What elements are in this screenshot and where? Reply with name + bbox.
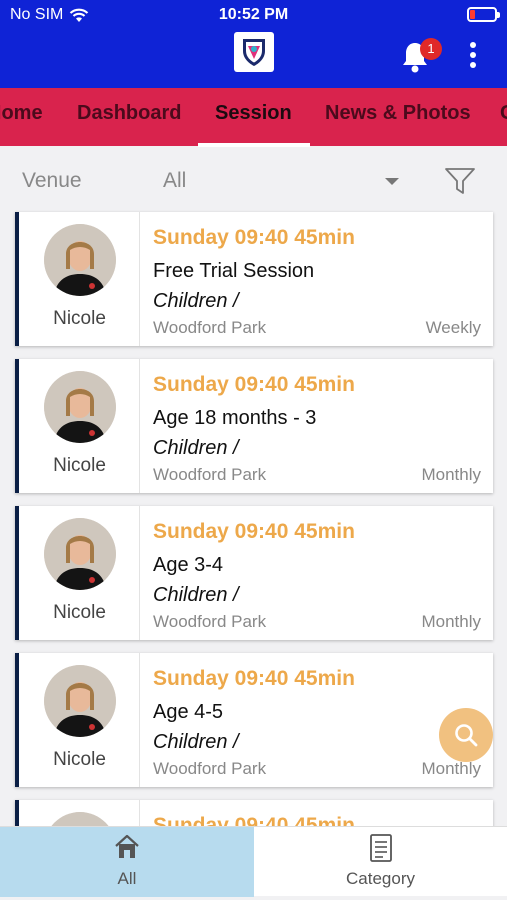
active-tab-indicator xyxy=(198,143,310,147)
avatar xyxy=(44,224,116,296)
nav-category-label: Category xyxy=(346,869,415,888)
venue-filter-label: Venue xyxy=(22,169,82,192)
battery-icon xyxy=(467,7,500,22)
avatar xyxy=(44,812,116,826)
notification-badge: 1 xyxy=(420,38,442,60)
session-time: Sunday 09:40 45min xyxy=(153,226,355,249)
venue-select[interactable]: All xyxy=(163,169,186,193)
session-category: Children / xyxy=(153,437,239,459)
nav-all[interactable]: All xyxy=(0,827,254,897)
session-card[interactable]: Nicole Sunday 09:40 45min Free Trial Ses… xyxy=(15,212,493,346)
club-logo[interactable] xyxy=(234,32,274,72)
tab-bar: Home Dashboard Session News & Photos G xyxy=(0,88,507,146)
tab-session[interactable]: Session xyxy=(215,88,292,146)
session-venue: Woodford Park xyxy=(153,612,267,631)
session-frequency: Monthly xyxy=(421,612,481,631)
nav-all-label: All xyxy=(117,869,137,888)
coach-name: Nicole xyxy=(53,455,106,476)
venue-filter-row: Venue All xyxy=(0,148,507,210)
more-vertical-icon[interactable] xyxy=(468,42,478,72)
session-info: Sunday 09:40 45min Age 3-4 Children / Wo… xyxy=(153,520,481,640)
session-venue: Woodford Park xyxy=(153,465,267,484)
avatar xyxy=(44,518,116,590)
session-info: Sunday 09:40 45min Age 18 months - 3 Chi… xyxy=(153,373,481,493)
session-name: Age 3-4 xyxy=(153,554,224,576)
clock: 10:52 PM xyxy=(218,6,289,23)
session-frequency: Weekly xyxy=(425,318,481,337)
session-frequency: Monthly xyxy=(421,759,481,778)
filter-icon[interactable] xyxy=(444,166,476,196)
session-list: Nicole Sunday 09:40 45min Free Trial Ses… xyxy=(0,210,507,826)
coach-name: Nicole xyxy=(53,308,106,329)
list-icon xyxy=(369,834,392,862)
tab-home[interactable]: Home xyxy=(0,88,43,146)
session-venue: Woodford Park xyxy=(153,318,267,337)
coach-column xyxy=(19,800,140,826)
chevron-down-icon[interactable] xyxy=(385,178,399,185)
session-card[interactable]: Nicole Sunday 09:40 45min Age 4-5 Childr… xyxy=(15,653,493,787)
session-info: Sunday 09:40 45min xyxy=(153,814,481,826)
session-name: Free Trial Session xyxy=(153,260,315,282)
session-card[interactable]: Nicole Sunday 09:40 45min Age 18 months … xyxy=(15,359,493,493)
session-venue: Woodford Park xyxy=(153,759,267,778)
avatar xyxy=(44,371,116,443)
tab-next[interactable]: G xyxy=(500,88,507,146)
session-category: Children / xyxy=(153,290,239,312)
coach-name: Nicole xyxy=(53,749,106,770)
coach-column: Nicole xyxy=(19,506,140,640)
session-time: Sunday 09:40 45min xyxy=(153,667,355,690)
coach-column: Nicole xyxy=(19,359,140,493)
status-bar: No SIM 10:52 PM xyxy=(0,0,507,30)
session-category: Children / xyxy=(153,584,239,606)
coach-name: Nicole xyxy=(53,602,106,623)
session-card[interactable]: Sunday 09:40 45min xyxy=(15,800,493,826)
session-time: Sunday 09:40 45min xyxy=(153,520,355,543)
app-header: No SIM 10:52 PM 1 xyxy=(0,0,507,88)
session-time: Sunday 09:40 45min xyxy=(153,814,355,826)
session-info: Sunday 09:40 45min Age 4-5 Children / Wo… xyxy=(153,667,481,787)
avatar xyxy=(44,665,116,737)
session-category: Children / xyxy=(153,731,239,753)
nav-category[interactable]: Category xyxy=(254,827,507,897)
search-icon xyxy=(455,724,478,747)
session-card[interactable]: Nicole Sunday 09:40 45min Age 3-4 Childr… xyxy=(15,506,493,640)
search-fab[interactable] xyxy=(439,708,493,762)
session-time: Sunday 09:40 45min xyxy=(153,373,355,396)
session-name: Age 18 months - 3 xyxy=(153,407,317,429)
tab-news-photos[interactable]: News & Photos xyxy=(325,88,471,146)
coach-column: Nicole xyxy=(19,653,140,787)
session-name: Age 4-5 xyxy=(153,701,224,723)
home-icon xyxy=(115,834,139,858)
shield-icon xyxy=(243,39,265,66)
tab-dashboard[interactable]: Dashboard xyxy=(77,88,181,146)
coach-column: Nicole xyxy=(19,212,140,346)
bottom-nav: All Category xyxy=(0,826,507,897)
session-info: Sunday 09:40 45min Free Trial Session Ch… xyxy=(153,226,481,346)
session-frequency: Monthly xyxy=(421,465,481,484)
